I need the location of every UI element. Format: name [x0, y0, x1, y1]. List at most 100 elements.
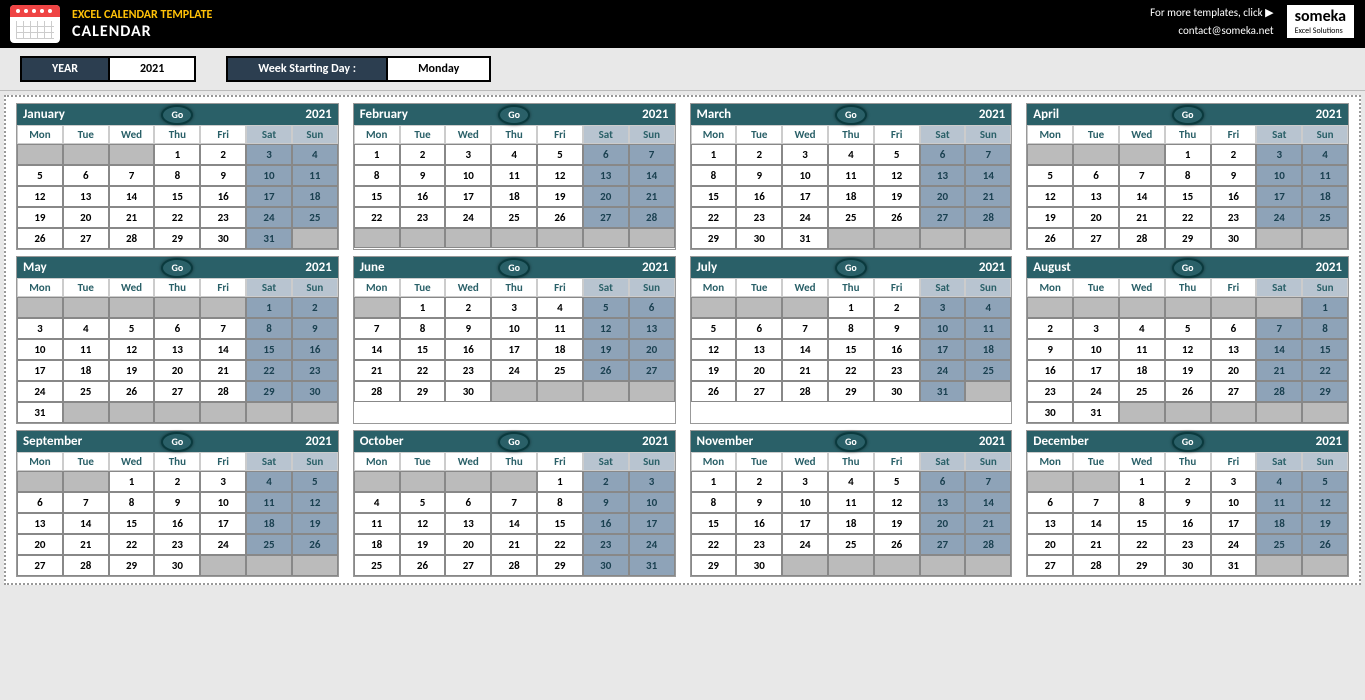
day-cell[interactable]: 12	[874, 165, 920, 186]
day-cell[interactable]: 1	[354, 144, 400, 165]
day-cell[interactable]: 26	[537, 207, 583, 228]
day-cell[interactable]: 4	[965, 297, 1011, 318]
day-cell[interactable]: 9	[736, 492, 782, 513]
day-cell[interactable]: 2	[736, 144, 782, 165]
day-cell[interactable]: 15	[354, 186, 400, 207]
day-cell[interactable]: 26	[583, 360, 629, 381]
day-cell[interactable]: 3	[491, 297, 537, 318]
day-cell[interactable]: 17	[1211, 513, 1257, 534]
day-cell[interactable]: 7	[965, 144, 1011, 165]
day-cell[interactable]: 29	[1302, 381, 1348, 402]
day-cell[interactable]: 30	[1211, 228, 1257, 249]
day-cell[interactable]: 21	[1073, 534, 1119, 555]
day-cell[interactable]: 22	[691, 534, 737, 555]
day-cell[interactable]: 20	[736, 360, 782, 381]
day-cell[interactable]: 29	[109, 555, 155, 576]
day-cell[interactable]: 19	[1027, 207, 1073, 228]
day-cell[interactable]: 25	[828, 207, 874, 228]
day-cell[interactable]: 18	[965, 339, 1011, 360]
day-cell[interactable]: 5	[400, 492, 446, 513]
day-cell[interactable]: 14	[965, 165, 1011, 186]
day-cell[interactable]: 8	[400, 318, 446, 339]
day-cell[interactable]: 21	[491, 534, 537, 555]
day-cell[interactable]: 10	[629, 492, 675, 513]
day-cell[interactable]: 10	[17, 339, 63, 360]
day-cell[interactable]: 29	[1165, 228, 1211, 249]
day-cell[interactable]: 28	[354, 381, 400, 402]
day-cell[interactable]: 29	[691, 555, 737, 576]
day-cell[interactable]: 20	[1211, 360, 1257, 381]
day-cell[interactable]: 2	[1211, 144, 1257, 165]
day-cell[interactable]: 9	[736, 165, 782, 186]
day-cell[interactable]: 30	[200, 228, 246, 249]
day-cell[interactable]: 9	[154, 492, 200, 513]
day-cell[interactable]: 13	[17, 513, 63, 534]
day-cell[interactable]: 18	[63, 360, 109, 381]
day-cell[interactable]: 5	[109, 318, 155, 339]
day-cell[interactable]: 5	[583, 297, 629, 318]
year-input[interactable]: 2021	[110, 56, 196, 82]
day-cell[interactable]: 8	[1302, 318, 1348, 339]
day-cell[interactable]: 22	[246, 360, 292, 381]
day-cell[interactable]: 27	[583, 207, 629, 228]
day-cell[interactable]: 17	[491, 339, 537, 360]
day-cell[interactable]: 6	[1211, 318, 1257, 339]
day-cell[interactable]: 18	[1119, 360, 1165, 381]
day-cell[interactable]: 4	[246, 471, 292, 492]
day-cell[interactable]: 19	[17, 207, 63, 228]
day-cell[interactable]: 28	[965, 534, 1011, 555]
day-cell[interactable]: 11	[354, 513, 400, 534]
day-cell[interactable]: 8	[1165, 165, 1211, 186]
day-cell[interactable]: 26	[109, 381, 155, 402]
day-cell[interactable]: 23	[736, 207, 782, 228]
day-cell[interactable]: 30	[154, 555, 200, 576]
go-button[interactable]: Go	[1172, 258, 1204, 278]
day-cell[interactable]: 4	[828, 144, 874, 165]
day-cell[interactable]: 13	[1211, 339, 1257, 360]
more-templates-link[interactable]: For more templates, click ▶	[1150, 4, 1273, 22]
day-cell[interactable]: 13	[629, 318, 675, 339]
day-cell[interactable]: 12	[583, 318, 629, 339]
day-cell[interactable]: 30	[736, 228, 782, 249]
day-cell[interactable]: 21	[200, 360, 246, 381]
day-cell[interactable]: 5	[691, 318, 737, 339]
day-cell[interactable]: 7	[965, 471, 1011, 492]
day-cell[interactable]: 11	[292, 165, 338, 186]
day-cell[interactable]: 4	[63, 318, 109, 339]
day-cell[interactable]: 28	[1119, 228, 1165, 249]
day-cell[interactable]: 25	[828, 534, 874, 555]
day-cell[interactable]: 17	[445, 186, 491, 207]
day-cell[interactable]: 26	[1302, 534, 1348, 555]
day-cell[interactable]: 21	[965, 186, 1011, 207]
day-cell[interactable]: 4	[828, 471, 874, 492]
go-button[interactable]: Go	[498, 432, 530, 452]
day-cell[interactable]: 1	[400, 297, 446, 318]
day-cell[interactable]: 22	[154, 207, 200, 228]
day-cell[interactable]: 13	[445, 513, 491, 534]
day-cell[interactable]: 13	[154, 339, 200, 360]
day-cell[interactable]: 17	[782, 186, 828, 207]
day-cell[interactable]: 1	[154, 144, 200, 165]
day-cell[interactable]: 26	[292, 534, 338, 555]
day-cell[interactable]: 28	[965, 207, 1011, 228]
day-cell[interactable]: 24	[920, 360, 966, 381]
day-cell[interactable]: 28	[109, 228, 155, 249]
week-start-select[interactable]: Monday	[388, 56, 491, 82]
day-cell[interactable]: 5	[1027, 165, 1073, 186]
day-cell[interactable]: 22	[691, 207, 737, 228]
day-cell[interactable]: 20	[17, 534, 63, 555]
day-cell[interactable]: 4	[537, 297, 583, 318]
day-cell[interactable]: 13	[1073, 186, 1119, 207]
day-cell[interactable]: 17	[1256, 186, 1302, 207]
day-cell[interactable]: 9	[1165, 492, 1211, 513]
day-cell[interactable]: 7	[63, 492, 109, 513]
go-button[interactable]: Go	[835, 258, 867, 278]
day-cell[interactable]: 27	[63, 228, 109, 249]
day-cell[interactable]: 3	[200, 471, 246, 492]
day-cell[interactable]: 12	[1165, 339, 1211, 360]
day-cell[interactable]: 15	[109, 513, 155, 534]
day-cell[interactable]: 20	[583, 186, 629, 207]
day-cell[interactable]: 3	[782, 144, 828, 165]
day-cell[interactable]: 4	[1119, 318, 1165, 339]
day-cell[interactable]: 14	[63, 513, 109, 534]
